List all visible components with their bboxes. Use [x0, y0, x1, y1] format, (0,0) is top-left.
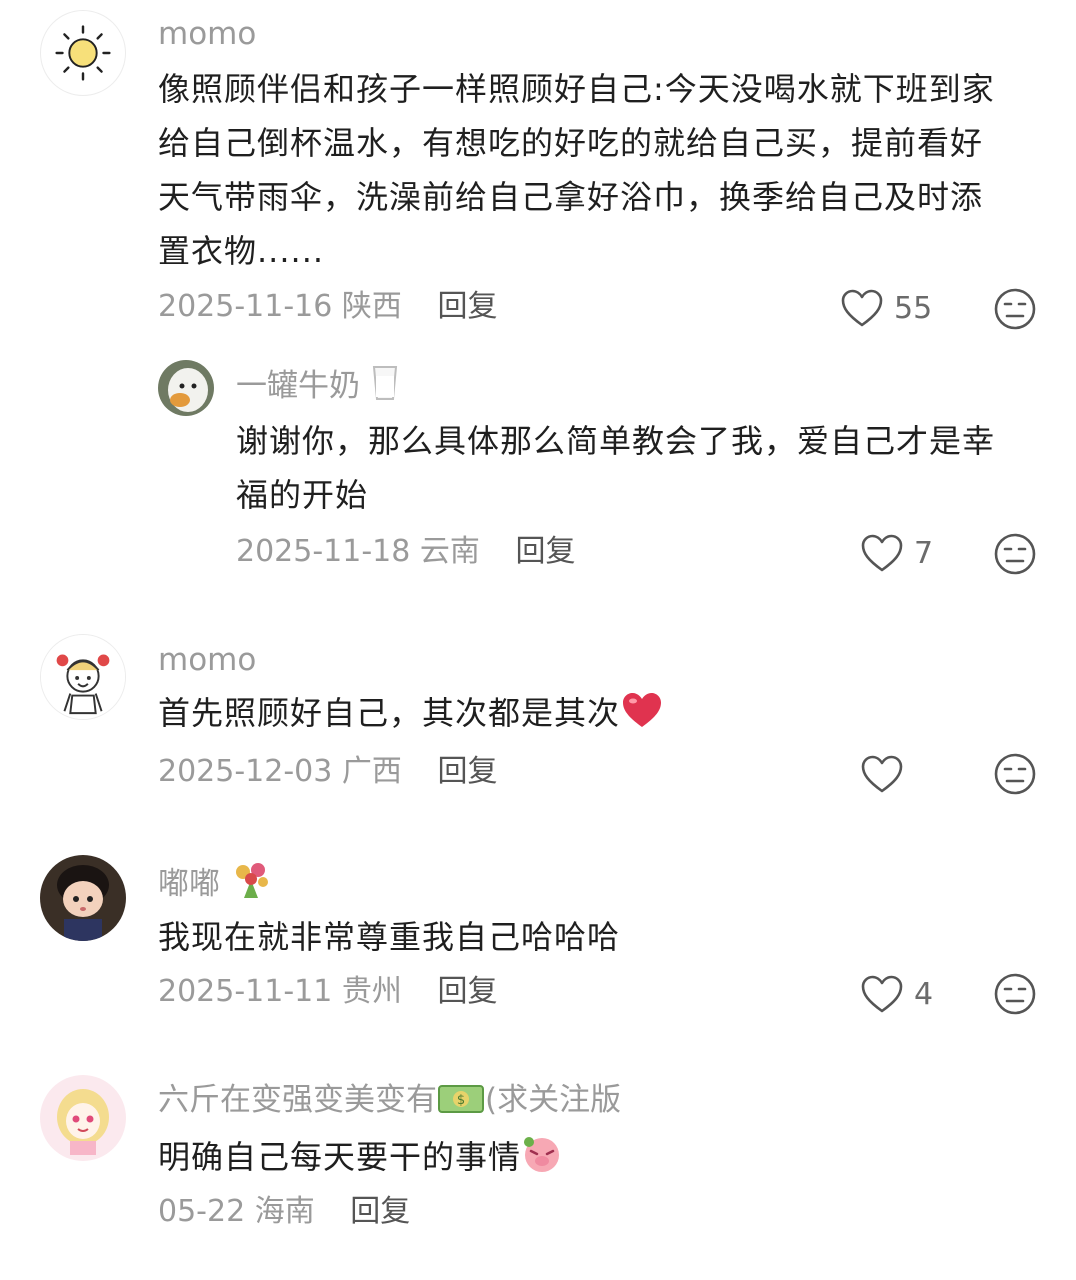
reply-button[interactable]: 回复	[350, 1194, 410, 1229]
reply-button[interactable]: 回复	[437, 974, 497, 1009]
comment-meta: 2025-11-16 陕西 回复	[158, 287, 497, 327]
bird-avatar	[158, 360, 214, 416]
reaction-button[interactable]	[993, 972, 1037, 1016]
comment-line: 像照顾伴侣和孩子一样照顾好自己:今天没喝水就下班到家	[158, 70, 995, 108]
like-count: 7	[914, 535, 934, 571]
avatar[interactable]	[158, 360, 214, 416]
svg-text:$: $	[457, 1093, 465, 1108]
comment-line: 福的开始	[236, 476, 369, 514]
comment-date: 2025-11-18	[236, 534, 411, 569]
comment-date: 2025-11-16	[158, 289, 333, 324]
avatar[interactable]	[40, 10, 126, 96]
like-count: 55	[894, 290, 933, 326]
comment-username[interactable]: 一罐牛奶	[236, 364, 400, 406]
cartoon-girl-avatar	[41, 635, 125, 719]
reply-button[interactable]: 回复	[515, 534, 575, 569]
comment-date: 05-22	[158, 1194, 246, 1229]
comment-location: 广西	[341, 754, 402, 789]
reply-button[interactable]: 回复	[437, 754, 497, 789]
cartoon-blonde-avatar	[40, 1075, 126, 1161]
reaction-button[interactable]	[993, 532, 1037, 576]
comment-text: 明确自己每天要干的事情	[158, 1130, 1038, 1184]
comment-date: 2025-12-03	[158, 754, 333, 789]
avatar[interactable]	[40, 634, 126, 720]
comment-meta: 2025-12-03 广西 回复	[158, 752, 497, 792]
money-icon: $	[438, 1085, 484, 1113]
like-count: 4	[914, 976, 934, 1012]
neutral-face-icon	[994, 973, 1036, 1015]
doll-avatar	[40, 855, 126, 941]
comment-location: 云南	[419, 534, 480, 569]
heart-outline-icon	[861, 975, 903, 1013]
comment-line: 天气带雨伞，洗澡前给自己拿好浴巾，换季给自己及时添	[158, 178, 984, 216]
bouquet-icon	[235, 863, 268, 898]
heart-outline-icon	[861, 755, 903, 793]
avatar[interactable]	[40, 1075, 126, 1161]
comment-line: 首先照顾好自己，其次都是其次	[158, 694, 621, 732]
comment-location: 贵州	[341, 974, 402, 1009]
like-button[interactable]	[860, 754, 914, 794]
username-text: 六斤在变强变美变有	[158, 1082, 437, 1118]
comment-date: 2025-11-11	[158, 974, 333, 1009]
avatar[interactable]	[40, 855, 126, 941]
username-suffix: (求关注版	[485, 1082, 622, 1118]
comment-text: 谢谢你，那么具体那么简单教会了我，爱自己才是幸 福的开始	[236, 414, 1036, 522]
crying-pig-icon	[524, 1137, 560, 1172]
comment-line: 给自己倒杯温水，有想吃的好吃的就给自己买，提前看好	[158, 124, 984, 162]
comment-location: 海南	[254, 1194, 315, 1229]
neutral-face-icon	[994, 288, 1036, 330]
comment-line: 明确自己每天要干的事情	[158, 1138, 522, 1176]
comment-meta: 2025-11-18 云南 回复	[236, 532, 575, 572]
comment-username[interactable]: 嘟嘟	[158, 860, 272, 904]
neutral-face-icon	[994, 753, 1036, 795]
comment-text: 首先照顾好自己，其次都是其次	[158, 686, 1038, 740]
heart-outline-icon	[841, 289, 883, 327]
comment-meta: 2025-11-11 贵州 回复	[158, 972, 497, 1012]
comment-username[interactable]: 六斤在变强变美变有 $ (求关注版	[158, 1080, 621, 1120]
heart-outline-icon	[861, 534, 903, 572]
like-button[interactable]: 7	[860, 533, 933, 573]
comment-location: 陕西	[341, 289, 402, 324]
reaction-button[interactable]	[993, 287, 1037, 331]
comment-username[interactable]: momo	[158, 640, 256, 680]
comment-text: 像照顾伴侣和孩子一样照顾好自己:今天没喝水就下班到家 给自己倒杯温水，有想吃的好…	[158, 62, 1038, 278]
red-heart-icon	[623, 693, 662, 727]
neutral-face-icon	[994, 533, 1036, 575]
comment-line: 谢谢你，那么具体那么简单教会了我，爱自己才是幸	[236, 422, 996, 460]
comment-username[interactable]: momo	[158, 14, 256, 54]
comment-text: 我现在就非常尊重我自己哈哈哈	[158, 918, 621, 956]
comment-meta: 05-22 海南 回复	[158, 1192, 410, 1232]
milk-glass-icon	[372, 366, 397, 400]
like-button[interactable]: 4	[860, 974, 933, 1014]
like-button[interactable]: 55	[840, 288, 932, 328]
comment-line: 置衣物......	[158, 232, 325, 270]
reaction-button[interactable]	[993, 752, 1037, 796]
username-text: 一罐牛奶	[236, 368, 360, 404]
sun-icon	[55, 25, 111, 81]
reply-button[interactable]: 回复	[437, 289, 497, 324]
username-text: 嘟嘟	[158, 866, 220, 902]
